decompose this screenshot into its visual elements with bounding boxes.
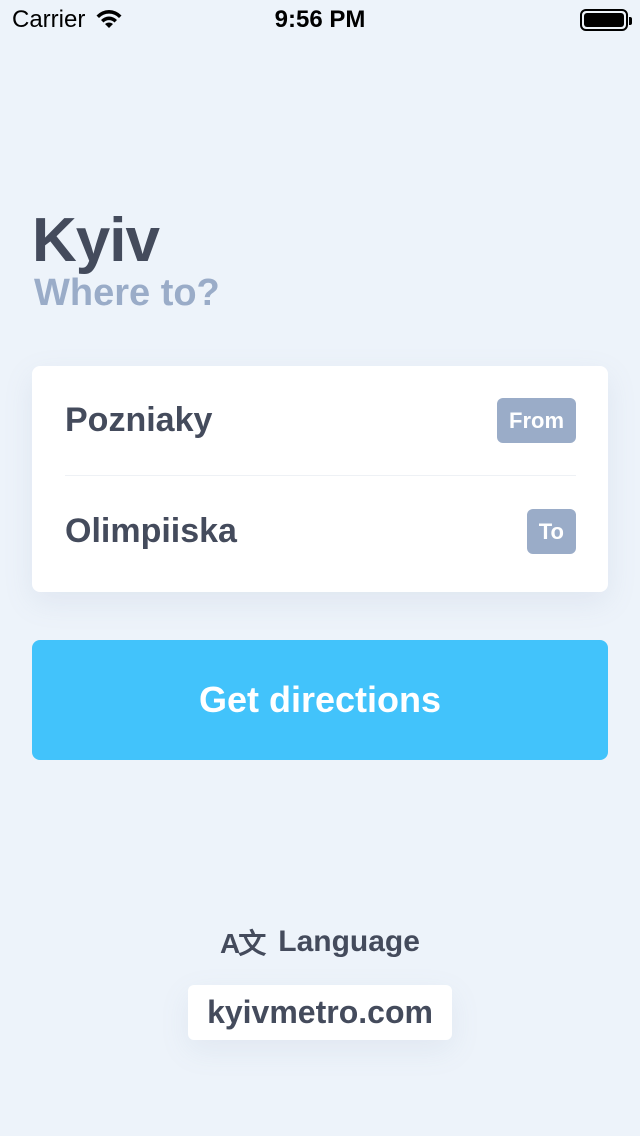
from-station-name: Pozniaky [65,401,213,439]
page-subtitle: Where to? [34,272,220,314]
to-station-row[interactable]: Olimpiiska To [65,476,576,586]
translate-icon: A文 [220,928,266,959]
from-station-row[interactable]: Pozniaky From [65,366,576,476]
battery-icon [580,9,632,31]
battery-fill [584,13,624,27]
page-title: Kyiv [32,206,160,275]
from-tag: From [497,398,576,443]
status-bar: Carrier 9:56 PM [0,0,640,40]
website-link[interactable]: kyivmetro.com [188,985,452,1040]
language-label: Language [278,925,420,958]
status-time: 9:56 PM [274,6,366,33]
to-tag: To [526,508,576,554]
language-button[interactable]: A文 Language [0,922,640,962]
get-directions-button[interactable]: Get directions [32,640,608,760]
to-station-name: Olimpiiska [65,511,237,550]
route-card: Pozniaky From Olimpiiska To [32,366,608,592]
